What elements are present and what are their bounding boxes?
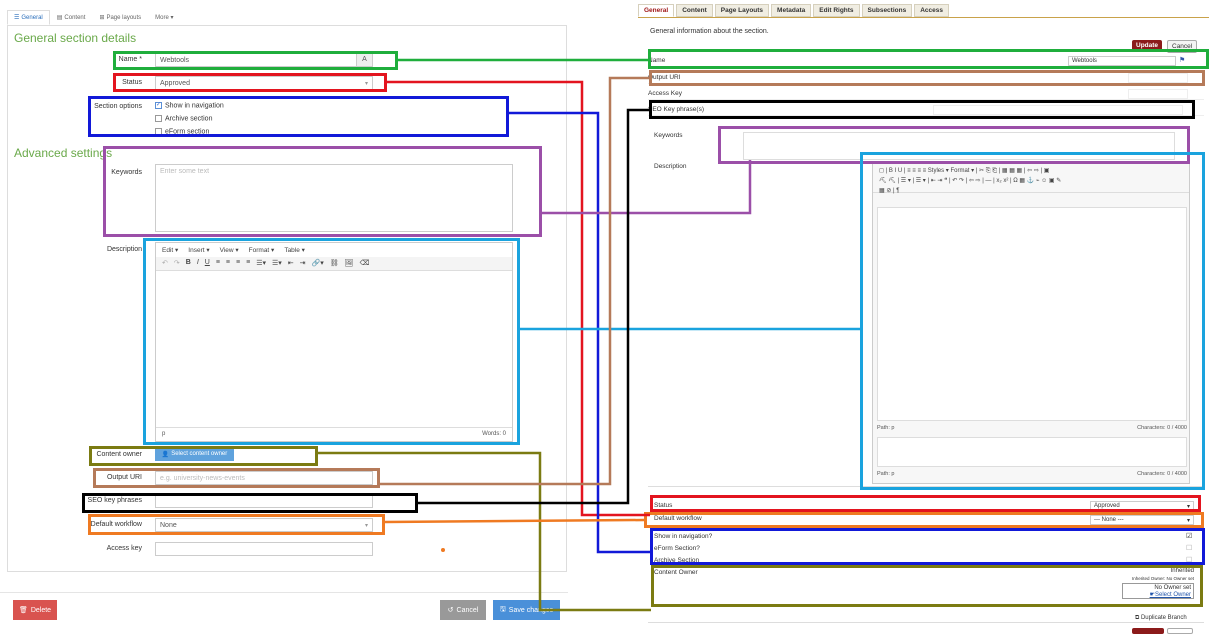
copy-icon: ⧉: [1135, 615, 1140, 621]
section-intro: General information about the section.: [650, 28, 769, 35]
access-key-input[interactable]: [1128, 89, 1188, 99]
annotation-box-workflow-right: [644, 512, 1204, 528]
annotation-box-keywords: [103, 146, 542, 237]
description-label: Description: [106, 246, 142, 253]
footer-divider: [0, 592, 568, 593]
tab-edit-rights[interactable]: Edit Rights: [813, 4, 860, 17]
annotation-box-output-uri-right: [649, 70, 1205, 86]
annotation-box-owner-right: [651, 565, 1203, 607]
annotation-box-output-uri: [93, 468, 380, 488]
floppy-icon: 🖫: [499, 605, 506, 613]
annotation-box-options: [88, 96, 509, 137]
tab-access[interactable]: Access: [914, 4, 949, 17]
general-heading: General section details: [14, 31, 137, 45]
right-bottom-divider: [648, 622, 1204, 623]
annotation-box-name: [113, 51, 398, 70]
annotation-box-options-right: [650, 528, 1205, 565]
tab-more[interactable]: More ▾: [148, 10, 180, 25]
sliders-icon: ☰: [14, 15, 20, 21]
sitemap-icon: ⊞: [99, 15, 105, 21]
tab-general[interactable]: ☰ General: [7, 10, 50, 25]
annotation-box-description-right: [860, 152, 1205, 490]
annotation-box-description: [143, 238, 520, 445]
annotation-box-name-right: [648, 49, 1209, 69]
tab-general[interactable]: General: [638, 4, 675, 17]
annotation-box-owner: [89, 446, 318, 466]
access-key-label: Access key: [106, 545, 142, 552]
annotation-box-workflow: [88, 514, 385, 535]
doc-icon: ▤: [56, 15, 63, 21]
description-label: Description: [654, 163, 687, 170]
undo-icon: ↺: [447, 607, 454, 614]
keywords-label: Keywords: [654, 132, 683, 139]
duplicate-branch-link[interactable]: ⧉ Duplicate Branch: [1135, 615, 1187, 622]
cursor-dot: [441, 548, 445, 552]
cancel-button[interactable]: ↺ Cancel: [440, 600, 486, 620]
update-button-bottom[interactable]: [1132, 628, 1164, 634]
tab-content[interactable]: ▤ Content: [50, 10, 93, 25]
delete-button[interactable]: 🗑 Delete: [13, 600, 57, 620]
annotation-box-status: [113, 73, 387, 92]
access-key-input[interactable]: [155, 542, 373, 556]
cancel-button-bottom[interactable]: [1167, 628, 1193, 634]
annotation-box-status-right: [650, 495, 1201, 512]
tab-content[interactable]: Content: [676, 4, 713, 17]
left-tab-bar: ☰ General ▤ Content ⊞ Page layouts More ▾: [7, 10, 567, 26]
annotation-box-seo: [82, 493, 418, 513]
tab-subsections[interactable]: Subsections: [861, 4, 913, 17]
tab-page-layouts[interactable]: Page Layouts: [714, 4, 770, 17]
save-changes-button[interactable]: 🖫 Save changes: [493, 600, 560, 620]
advanced-heading: Advanced settings: [14, 146, 113, 160]
right-tab-bar: General Content Page Layouts Metadata Ed…: [638, 4, 1209, 18]
trash-icon: 🗑: [18, 607, 28, 614]
tab-metadata[interactable]: Metadata: [771, 4, 812, 17]
annotation-box-seo-right: [649, 100, 1195, 119]
access-key-row: Access Key: [648, 88, 1204, 100]
tab-page-layouts[interactable]: ⊞ Page layouts: [92, 10, 148, 25]
access-key-label: Access Key: [648, 90, 682, 97]
